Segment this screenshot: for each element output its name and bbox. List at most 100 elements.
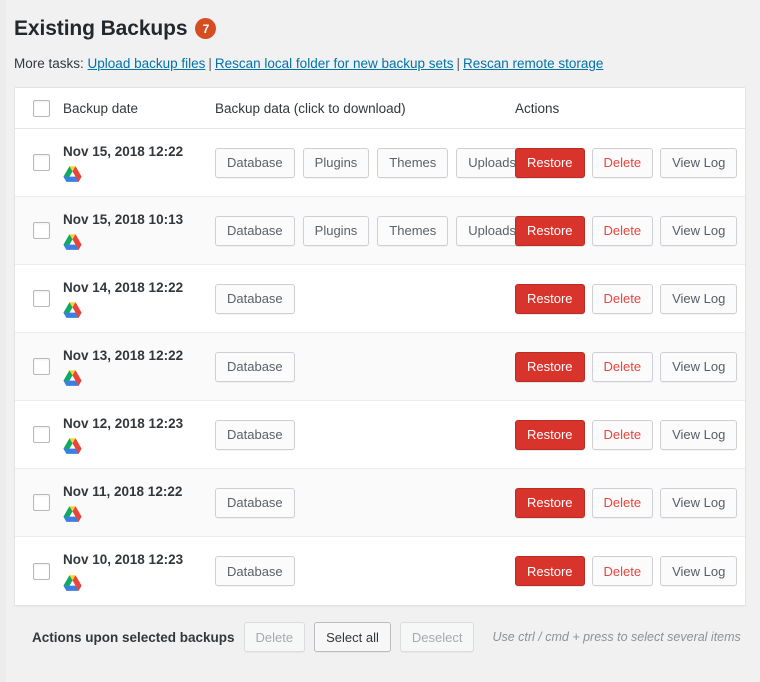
google-drive-icon [63,166,209,183]
google-drive-icon [63,506,209,523]
download-database-button[interactable]: Database [215,215,295,246]
delete-button[interactable]: Delete [591,283,654,314]
table-row: Nov 15, 2018 12:22 Database Plugins Themes U… [15,129,745,198]
more-tasks-bar: More tasks: Upload backup files | Rescan l… [14,42,746,87]
header-actions: Actions [515,101,745,116]
header-actions-label: Actions [515,100,560,116]
download-database-button[interactable]: Database [215,147,295,178]
google-drive-icon [63,574,209,592]
view-log-button[interactable]: View Log [660,487,738,518]
more-tasks-separator-2: | [456,56,461,72]
restore-button[interactable]: Restore [515,556,585,587]
row-checkbox-cell [15,426,63,444]
row-checkbox-cell [15,562,63,580]
backup-data-cell: Database [215,556,515,587]
actions-cell: Restore Delete View Log [515,215,745,246]
row-checkbox[interactable] [33,494,50,512]
google-drive-icon [63,302,209,319]
bulk-actions-bar: Actions upon selected backups Delete Sel… [14,606,746,653]
restore-button[interactable]: Restore [515,215,585,246]
table-row: Nov 10, 2018 12:23 Database Restore Delete V… [15,537,745,606]
row-checkbox[interactable] [33,154,50,172]
restore-button[interactable]: Restore [515,283,585,314]
backup-data-cell: Database [215,487,515,518]
backup-date-cell: Nov 10, 2018 12:23 [63,551,215,592]
download-database-button[interactable]: Database [215,351,295,382]
row-checkbox[interactable] [33,222,50,240]
backup-date-cell: Nov 15, 2018 10:13 [63,211,215,252]
backup-date-cell: Nov 13, 2018 12:22 [63,347,215,388]
header-backup-data-label: Backup data (click to download) [215,100,406,116]
table-header-row: Backup date Backup data (click to downlo… [15,88,745,130]
table-body: Nov 15, 2018 12:22 Database Plugins Themes U… [15,129,745,606]
backup-data-cell: Database [215,283,515,314]
download-database-button[interactable]: Database [215,419,295,450]
restore-button[interactable]: Restore [515,351,585,382]
download-database-button[interactable]: Database [215,487,295,518]
table-row: Nov 12, 2018 12:23 Database Restore Delete V… [15,401,745,470]
backup-date-cell: Nov 14, 2018 12:22 [63,279,215,320]
row-checkbox[interactable] [33,358,50,376]
delete-button[interactable]: Delete [591,487,654,518]
select-all-checkbox[interactable] [33,99,50,117]
download-database-button[interactable]: Database [215,283,295,314]
page-title: Existing Backups 7 [14,0,746,42]
backup-date-cell: Nov 15, 2018 12:22 [63,143,215,184]
table-row: Nov 15, 2018 10:13 Database Plugins Themes U… [15,197,745,266]
select-all-button[interactable]: Select all [314,622,391,653]
header-backup-date-label: Backup date [63,100,139,116]
view-log-button[interactable]: View Log [660,419,738,450]
actions-cell: Restore Delete View Log [515,147,745,178]
restore-button[interactable]: Restore [515,487,585,518]
backup-data-cell: Database [215,419,515,450]
row-checkbox-cell [15,290,63,308]
delete-button[interactable]: Delete [591,419,654,450]
backups-table: Backup date Backup data (click to downlo… [14,87,746,607]
link-rescan-remote-storage[interactable]: Rescan remote storage [463,56,603,71]
deselect-button[interactable]: Deselect [399,622,475,653]
more-tasks-label: More tasks: [14,56,84,72]
view-log-button[interactable]: View Log [660,215,738,246]
row-checkbox[interactable] [33,290,50,308]
page-title-text: Existing Backups [14,17,188,40]
download-plugins-button[interactable]: Plugins [302,147,370,178]
bulk-delete-button[interactable]: Delete [243,622,306,653]
restore-button[interactable]: Restore [515,419,585,450]
backup-date-text: Nov 14, 2018 12:22 [63,279,184,295]
row-checkbox-cell [15,358,63,376]
view-log-button[interactable]: View Log [660,147,738,178]
row-checkbox[interactable] [33,426,50,444]
view-log-button[interactable]: View Log [660,283,738,314]
link-rescan-local-folder[interactable]: Rescan local folder for new backup sets [215,56,454,71]
actions-cell: Restore Delete View Log [515,419,745,450]
backup-date-text: Nov 15, 2018 10:13 [63,211,184,227]
row-checkbox-cell [15,154,63,172]
backup-date-cell: Nov 11, 2018 12:22 [63,483,215,524]
delete-button[interactable]: Delete [591,147,654,178]
google-drive-icon [63,370,209,387]
row-checkbox-cell [15,222,63,240]
download-database-button[interactable]: Database [215,556,295,587]
download-themes-button[interactable]: Themes [377,215,449,246]
restore-button[interactable]: Restore [515,147,585,178]
backup-data-cell: Database Plugins Themes Uploads [215,215,528,246]
header-backup-data: Backup data (click to download) [215,101,515,116]
download-plugins-button[interactable]: Plugins [302,215,370,246]
row-checkbox[interactable] [33,562,50,580]
backup-date-text: Nov 15, 2018 12:22 [63,143,184,159]
download-themes-button[interactable]: Themes [377,147,449,178]
header-backup-date: Backup date [63,101,215,116]
status-badge: 7 [195,18,217,40]
table-row: Nov 11, 2018 12:22 Database Restore Delete V… [15,469,745,538]
backup-date-text: Nov 10, 2018 12:23 [63,552,184,568]
backup-date-text: Nov 13, 2018 12:22 [63,347,184,363]
delete-button[interactable]: Delete [591,556,654,587]
view-log-button[interactable]: View Log [660,556,738,587]
delete-button[interactable]: Delete [591,215,654,246]
backup-data-cell: Database Plugins Themes Uploads [215,147,528,178]
link-upload-backup-files[interactable]: Upload backup files [88,56,206,71]
delete-button[interactable]: Delete [591,351,654,382]
view-log-button[interactable]: View Log [660,351,738,382]
row-checkbox-cell [15,494,63,512]
backup-date-cell: Nov 12, 2018 12:23 [63,415,215,456]
